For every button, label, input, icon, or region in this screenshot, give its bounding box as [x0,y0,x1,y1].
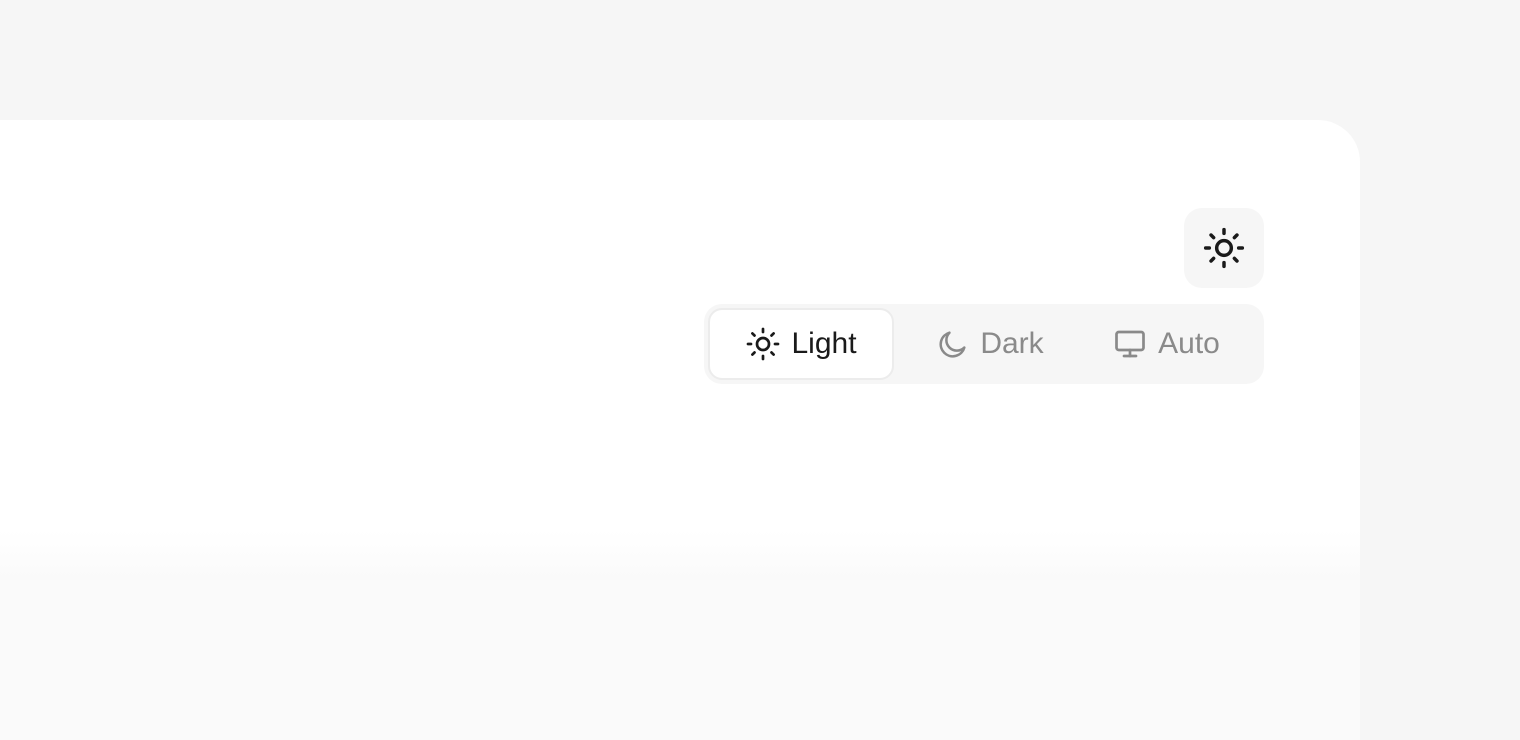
theme-option-light[interactable]: Light [708,308,894,380]
theme-option-label: Light [791,327,857,360]
moon-icon [939,331,966,358]
theme-option-label: Auto [1158,327,1220,360]
theme-segmented-control: Light Dark Auto [704,304,1264,384]
theme-option-label: Dark [980,327,1044,360]
sun-icon [1203,227,1245,269]
sun-icon [747,327,780,361]
monitor-icon [1115,330,1145,358]
theme-option-auto[interactable]: Auto [1092,308,1240,380]
theme-option-dark[interactable]: Dark [910,308,1070,380]
theme-toggle-button[interactable] [1184,208,1264,288]
content-card: Light Dark Auto [0,120,1360,740]
